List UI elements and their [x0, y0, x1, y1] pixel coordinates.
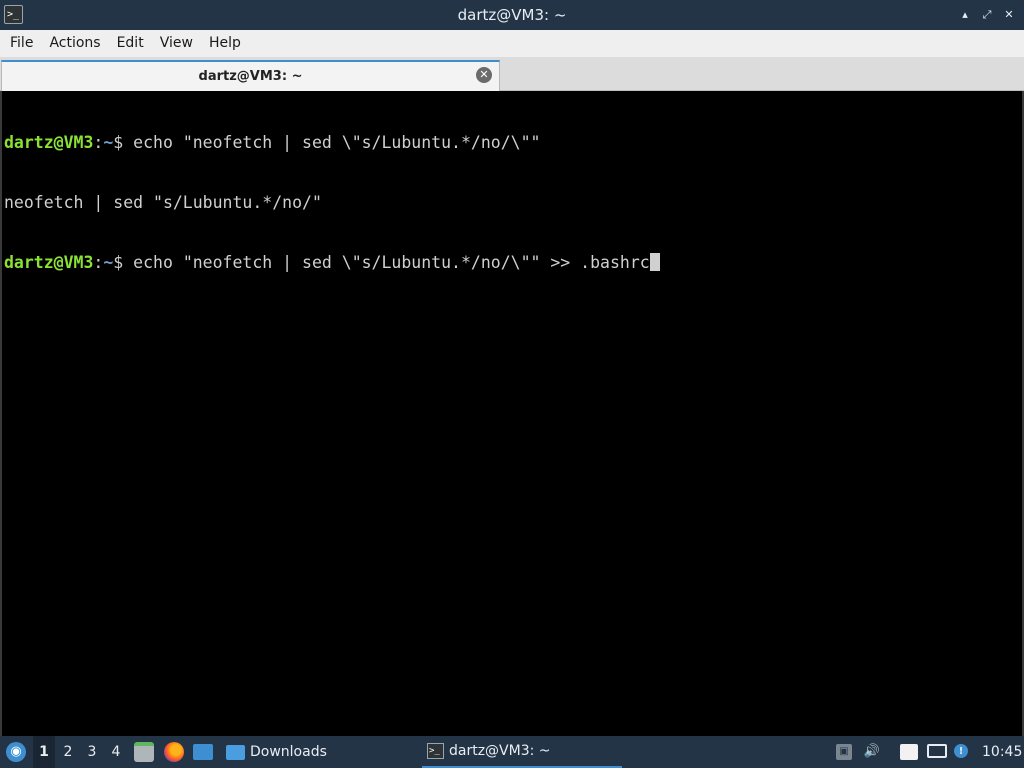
update-notifier-icon[interactable]: !	[954, 744, 968, 758]
network-icon[interactable]: ▣	[836, 744, 852, 760]
terminal-line: dartz@VM3:~$ echo "neofetch | sed \"s/Lu…	[4, 253, 1022, 273]
menu-bar: File Actions Edit View Help	[0, 30, 1024, 57]
menu-edit[interactable]: Edit	[109, 30, 152, 57]
clipboard-icon[interactable]	[900, 744, 918, 760]
text-cursor	[649, 253, 660, 271]
minimize-button[interactable]: ▴	[956, 6, 974, 24]
menu-help[interactable]: Help	[201, 30, 249, 57]
terminal-line: dartz@VM3:~$ echo "neofetch | sed \"s/Lu…	[4, 133, 1022, 153]
workspace-1-button[interactable]: 1	[33, 736, 55, 768]
clock[interactable]: 10:45	[982, 736, 1022, 768]
close-button[interactable]: ✕	[1000, 6, 1018, 24]
firefox-icon[interactable]	[164, 742, 184, 762]
task-downloads[interactable]: Downloads	[226, 736, 327, 768]
prompt-path: ~	[103, 253, 114, 272]
folder-icon	[226, 744, 245, 760]
window-titlebar[interactable]: >_ dartz@VM3: ~ ▴ ⤢ ✕	[0, 0, 1024, 30]
prompt-separator: :	[93, 133, 104, 152]
workspace-2-button[interactable]: 2	[57, 736, 79, 768]
task-label: Downloads	[250, 744, 327, 760]
lubuntu-logo-icon[interactable]: ◉	[6, 742, 26, 762]
taskbar: ◉ 1 2 3 4 Downloads >_ dartz@VM3: ~ ▣ 🔊 …	[0, 736, 1024, 768]
task-terminal[interactable]: >_ dartz@VM3: ~	[422, 736, 622, 768]
menu-file[interactable]: File	[2, 30, 41, 57]
command-text: $ echo "neofetch | sed \"s/Lubuntu.*/no/…	[113, 253, 650, 272]
task-label: dartz@VM3: ~	[449, 743, 551, 759]
show-desktop-icon[interactable]	[193, 744, 213, 760]
workspace-3-button[interactable]: 3	[81, 736, 103, 768]
tab-terminal[interactable]: dartz@VM3: ~ ✕	[1, 60, 500, 91]
files-icon[interactable]	[134, 742, 154, 762]
window-title: dartz@VM3: ~	[457, 6, 567, 24]
command-text: $ echo "neofetch | sed \"s/Lubuntu.*/no/…	[113, 133, 541, 152]
terminal-line: neofetch | sed "s/Lubuntu.*/no/"	[4, 193, 1022, 213]
maximize-button[interactable]: ⤢	[978, 6, 996, 24]
display-icon[interactable]	[927, 744, 947, 758]
command-output: neofetch | sed "s/Lubuntu.*/no/"	[4, 193, 322, 212]
prompt-separator: :	[93, 253, 104, 272]
tab-bar: dartz@VM3: ~ ✕	[0, 57, 1024, 91]
tab-label: dartz@VM3: ~	[198, 69, 303, 84]
terminal-icon[interactable]: >_	[4, 5, 23, 24]
terminal-view[interactable]: dartz@VM3:~$ echo "neofetch | sed \"s/Lu…	[0, 91, 1024, 736]
volume-icon[interactable]: 🔊	[862, 744, 882, 760]
prompt-user: dartz@VM3	[4, 133, 94, 152]
prompt-path: ~	[103, 133, 114, 152]
terminal-icon: >_	[427, 743, 444, 759]
menu-view[interactable]: View	[152, 30, 201, 57]
menu-actions[interactable]: Actions	[41, 30, 108, 57]
workspace-4-button[interactable]: 4	[105, 736, 127, 768]
prompt-user: dartz@VM3	[4, 253, 94, 272]
tab-close-icon[interactable]: ✕	[476, 67, 492, 83]
